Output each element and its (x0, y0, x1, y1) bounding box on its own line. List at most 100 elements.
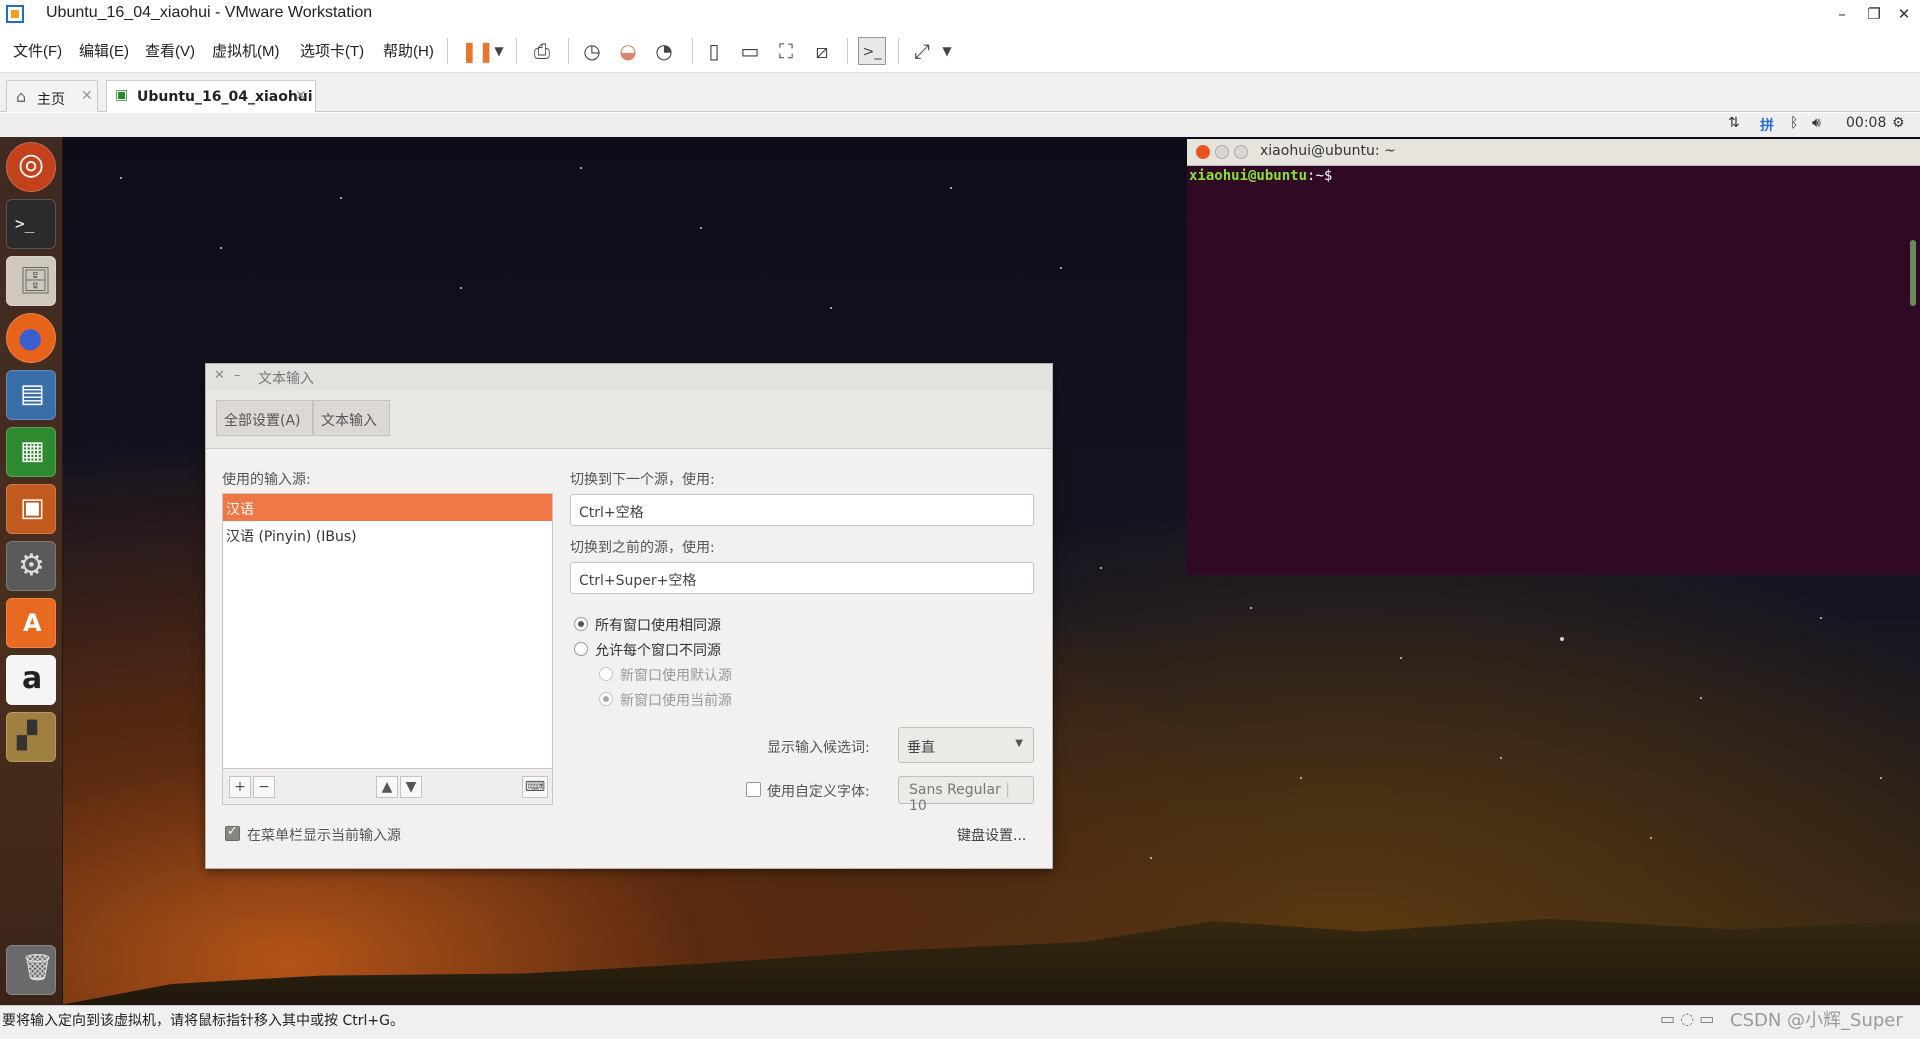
tab-vm-label: Ubuntu_16_04_xiaohui (137, 89, 313, 105)
pause-dropdown-icon[interactable]: ▼ (485, 37, 513, 65)
minimize-button[interactable]: – (1828, 2, 1856, 26)
remove-source-button[interactable]: − (253, 776, 275, 798)
stretch-dropdown-icon[interactable]: ▼ (933, 37, 961, 65)
font-size: 10 (909, 798, 927, 814)
dialog-close-icon[interactable]: ✕ (214, 368, 225, 383)
snapshot-manager-icon[interactable]: ◔ (650, 37, 678, 65)
amazon-icon[interactable]: a (6, 655, 56, 705)
firefox-icon[interactable]: ● (6, 313, 56, 363)
prev-source-shortcut-field[interactable]: Ctrl+Super+空格 (570, 562, 1034, 594)
chevron-down-icon: ▼ (1015, 738, 1023, 749)
thumbnail-bar-icon[interactable]: ▭ (736, 37, 764, 65)
terminal-icon[interactable]: >_ (6, 199, 56, 249)
calc-icon[interactable]: ▦ (6, 427, 56, 477)
dialog-title: 文本输入 (258, 371, 314, 387)
unity-icon[interactable]: ⧄ (808, 37, 836, 65)
radio-different-source-label[interactable]: 允许每个窗口不同源 (595, 640, 721, 660)
tab-home-label: 主页 (37, 92, 65, 108)
terminal-minimize-icon[interactable] (1215, 145, 1229, 159)
next-source-label: 切换到下一个源，使用: (570, 472, 715, 488)
network-icon[interactable]: ⇅ (1728, 115, 1740, 131)
list-item[interactable]: 汉语 (226, 499, 254, 519)
settings-gear-icon[interactable]: ⚙ (1892, 115, 1905, 131)
menu-view[interactable]: 查看(V) (145, 40, 195, 61)
menu-tabs[interactable]: 选项卡(T) (300, 40, 364, 61)
menu-edit[interactable]: 编辑(E) (79, 40, 129, 61)
dialog-minimize-icon[interactable]: – (234, 368, 241, 383)
volume-icon[interactable]: 🔊︎ (1812, 115, 1821, 131)
radio-default-source[interactable] (599, 667, 613, 681)
candidates-label: 显示输入候选词: (767, 740, 870, 756)
radio-current-source[interactable] (599, 692, 613, 706)
close-button[interactable]: ✕ (1890, 2, 1918, 26)
font-picker-button[interactable]: Sans Regular | 10 (898, 776, 1034, 814)
radio-different-source[interactable] (574, 642, 588, 656)
terminal-window[interactable] (1187, 139, 1920, 575)
keyboard-settings-link[interactable]: 键盘设置... (957, 825, 1026, 845)
terminal-close-icon[interactable] (1196, 145, 1210, 159)
font-name: Sans Regular (909, 782, 1001, 798)
input-method-icon[interactable]: 拼 (1760, 115, 1774, 135)
trash-icon[interactable]: 🗑︎ (6, 945, 56, 995)
system-settings-icon[interactable]: ⚙ (6, 541, 56, 591)
keyboard-layout-icon[interactable]: ⌨ (522, 776, 548, 798)
terminal-prompt[interactable]: xiaohui@ubuntu:~$ (1189, 168, 1332, 184)
radio-default-source-label[interactable]: 新窗口使用默认源 (620, 665, 732, 685)
move-up-button[interactable]: ▲ (376, 776, 398, 798)
radio-same-source-label[interactable]: 所有窗口使用相同源 (595, 615, 721, 635)
menu-file[interactable]: 文件(F) (13, 40, 62, 61)
console-view-icon[interactable]: >_ (858, 37, 886, 65)
list-item-selected[interactable] (223, 494, 552, 521)
menu-help[interactable]: 帮助(H) (383, 40, 434, 61)
sidebar-toggle-icon[interactable]: ▯ (700, 37, 728, 65)
bluetooth-icon[interactable]: ᛒ (1790, 115, 1798, 131)
prompt-suffix: :~$ (1307, 168, 1333, 184)
writer-icon[interactable]: ▤ (6, 370, 56, 420)
list-item[interactable]: 汉语 (Pinyin) (IBus) (226, 526, 357, 546)
show-in-menubar-label[interactable]: 在菜单栏显示当前输入源 (247, 825, 401, 845)
custom-font-label: 使用自定义字体: (767, 784, 870, 800)
menu-vm[interactable]: 虚拟机(M) (212, 40, 280, 61)
dialog-titlebar[interactable] (206, 364, 1052, 390)
files-icon[interactable]: 🗄︎ (6, 256, 56, 306)
toolbar-separator (898, 38, 899, 64)
tab-vm[interactable]: ▣ Ubuntu_16_04_xiaohui ✕ (106, 80, 316, 112)
terminal-maximize-icon[interactable] (1234, 145, 1248, 159)
show-in-menubar-checkbox[interactable] (225, 824, 240, 841)
tab-close-icon[interactable]: ✕ (81, 88, 93, 104)
fullscreen-icon[interactable]: ⛶ (772, 37, 800, 65)
toolbar-separator (568, 38, 569, 64)
stretch-icon[interactable]: ⤢ (908, 37, 936, 65)
custom-font-checkbox[interactable] (746, 782, 761, 797)
next-source-shortcut-field[interactable]: Ctrl+空格 (570, 494, 1034, 526)
sources-label: 使用的输入源: (222, 472, 311, 488)
radio-same-source[interactable] (574, 617, 588, 631)
send-ctrl-alt-del-icon[interactable]: ⎙ (528, 37, 556, 65)
tab-home[interactable]: ⌂ 主页 ✕ (6, 80, 98, 112)
terminal-title: xiaohui@ubuntu: ~ (1260, 143, 1396, 159)
impress-icon[interactable]: ▣ (6, 484, 56, 534)
prev-source-label: 切换到之前的源，使用: (570, 540, 715, 556)
software-center-icon[interactable]: A (6, 598, 56, 648)
breadcrumb-all-settings[interactable]: 全部设置(A) (216, 400, 313, 436)
status-message: 要将输入定向到该虚拟机，请将鼠标指针移入其中或按 Ctrl+G。 (2, 1013, 404, 1029)
guest-top-panel (0, 113, 1920, 137)
dash-home-icon[interactable]: ◎ (6, 142, 56, 192)
tab-close-icon[interactable]: ✕ (295, 88, 307, 104)
breadcrumb-text-entry[interactable]: 文本输入 (313, 400, 390, 436)
toolbar-separator (692, 38, 693, 64)
device-status-icon[interactable]: ▭ ◌ ▭ (1660, 1009, 1714, 1028)
restore-button[interactable]: ❐ (1860, 2, 1888, 26)
toolbar-separator (847, 38, 848, 64)
add-source-button[interactable]: + (229, 776, 251, 798)
radio-current-source-label[interactable]: 新窗口使用当前源 (620, 690, 732, 710)
toolbar-separator (516, 38, 517, 64)
move-down-button[interactable]: ▼ (400, 776, 422, 798)
clock[interactable]: 00:08 (1846, 115, 1886, 131)
vmware-logo-icon (6, 5, 24, 23)
workspace-switcher-icon[interactable]: ▞ (6, 712, 56, 762)
revert-snapshot-icon[interactable]: ◒ (614, 37, 642, 65)
snapshot-icon[interactable]: ◷ (578, 37, 606, 65)
terminal-scrollbar[interactable] (1910, 240, 1916, 306)
candidates-orientation-select[interactable]: 垂直 ▼ (898, 727, 1034, 763)
